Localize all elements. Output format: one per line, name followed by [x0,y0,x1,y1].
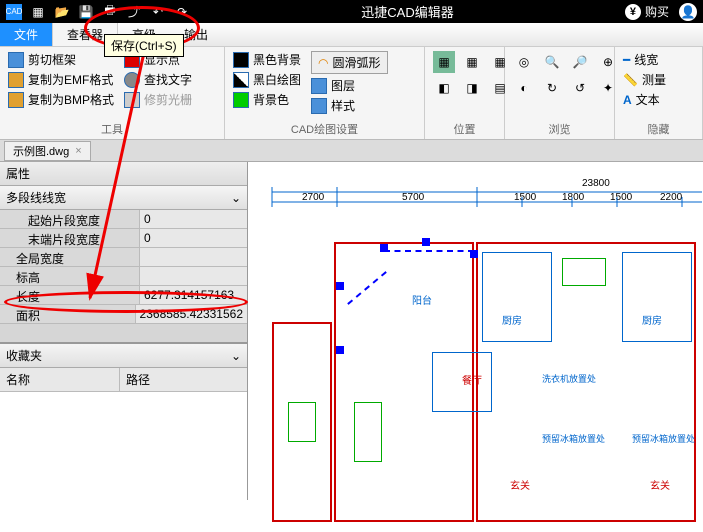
scissors-icon [8,52,24,68]
btn-text[interactable]: A文本 [623,91,694,108]
btn-smooth-arc[interactable]: ◠圆滑弧形 [311,51,388,74]
group-cad-settings: CAD绘图设置 [233,119,416,137]
yen-icon: ¥ [625,4,641,20]
drawing-canvas[interactable]: 2700 5700 23800 1500 1800 1500 2200 [248,162,703,500]
group-tools: 工具 [8,119,216,137]
btn-black-bg[interactable]: 黑色背景 [233,51,301,68]
group-position: 位置 [433,119,496,137]
room-balcony: 阳台 [412,292,432,307]
btn-find-text[interactable]: 查找文字 [124,71,192,88]
app-title: 迅捷CAD编辑器 [190,2,625,21]
bw-icon [233,72,249,88]
bgcolor-icon [233,92,249,108]
prop-value[interactable] [140,248,247,266]
browse-icon-1[interactable]: ◎ [513,51,535,73]
prop-row[interactable]: 起始片段宽度0 [0,210,247,229]
emf-icon [8,72,24,88]
text-icon: A [623,93,632,107]
btn-clip-frame[interactable]: 剪切框架 [8,51,114,68]
browse-icon-7[interactable]: ↺ [569,77,591,99]
browse-icon-2[interactable]: 🔍 [541,51,563,73]
prop-name: 标高 [0,267,140,285]
new-icon[interactable]: ▦ [30,4,46,20]
btn-line-width[interactable]: ━线宽 [623,51,694,68]
btn-measure[interactable]: 📏测量 [623,71,694,88]
pos-icon-2[interactable]: ▦ [461,51,483,73]
label-laundry: 洗衣机放置处 [542,372,596,385]
pos-icon-5[interactable]: ◨ [461,77,483,99]
label-fridge-1: 预留冰箱放置处 [542,432,605,445]
favorites-list [0,392,247,532]
room-entrance-2: 玄关 [650,477,670,492]
search-icon [124,72,140,88]
btn-layers[interactable]: 图层 [311,77,388,94]
buy-button[interactable]: ¥ 购买 [625,3,669,20]
app-icon: CAD [6,4,22,20]
user-avatar-icon[interactable]: 👤 [679,3,697,21]
browse-icon-5[interactable]: ◐ [513,77,535,99]
grating-icon [124,92,140,108]
fav-col-name: 名称 [0,368,120,391]
browse-icon-3[interactable]: 🔎 [569,51,591,73]
btn-clip-grating[interactable]: 修剪光栅 [124,91,192,108]
tab-file[interactable]: 文件 [0,23,52,46]
fav-col-path: 路径 [120,368,156,391]
save-tooltip: 保存(Ctrl+S) [104,34,184,57]
close-icon[interactable]: × [75,145,81,157]
btn-copy-emf[interactable]: 复制为EMF格式 [8,71,114,88]
arc-icon: ◠ [318,56,328,70]
room-entrance-1: 玄关 [510,477,530,492]
chevron-down-icon: ⌄ [231,191,241,205]
prop-row[interactable]: 标高 [0,267,247,286]
group-browse: 浏览 [513,119,606,137]
prop-name: 末端片段宽度 [0,229,140,247]
prop-value[interactable]: 0 [140,210,247,228]
group-hidden: 隐藏 [623,119,694,137]
room-dining: 餐厅 [462,372,482,387]
room-kitchen-2: 厨房 [642,312,662,327]
open-icon[interactable]: 📂 [54,4,70,20]
bmp-icon [8,92,24,108]
browse-icon-6[interactable]: ↻ [541,77,563,99]
room-kitchen-1: 厨房 [502,312,522,327]
prop-name: 起始片段宽度 [0,210,140,228]
ruler-icon: 📏 [623,73,638,87]
doc-tab[interactable]: 示例图.dwg × [4,141,91,161]
label-fridge-2: 预留冰箱放置处 [632,432,695,445]
properties-category[interactable]: 多段线线宽 ⌄ [0,186,247,210]
prop-value[interactable]: 0 [140,229,247,247]
properties-panel-title: 属性 [0,162,247,186]
layers-icon [311,78,327,94]
favorites-title[interactable]: 收藏夹 ⌄ [0,344,247,368]
btn-bw-drawing[interactable]: 黑白绘图 [233,71,301,88]
btn-bg-color[interactable]: 背景色 [233,91,301,108]
prop-row[interactable]: 末端片段宽度0 [0,229,247,248]
prop-row[interactable]: 全局宽度 [0,248,247,267]
prop-value[interactable] [140,267,247,285]
prop-name: 全局宽度 [0,248,140,266]
btn-copy-bmp[interactable]: 复制为BMP格式 [8,91,114,108]
pos-icon-1[interactable]: ▦ [433,51,455,73]
pos-icon-4[interactable]: ◧ [433,77,455,99]
btn-style[interactable]: 样式 [311,97,388,114]
linewidth-icon: ━ [623,53,630,67]
blackbg-icon [233,52,249,68]
chevron-down-icon: ⌄ [231,349,241,363]
style-icon [311,98,327,114]
